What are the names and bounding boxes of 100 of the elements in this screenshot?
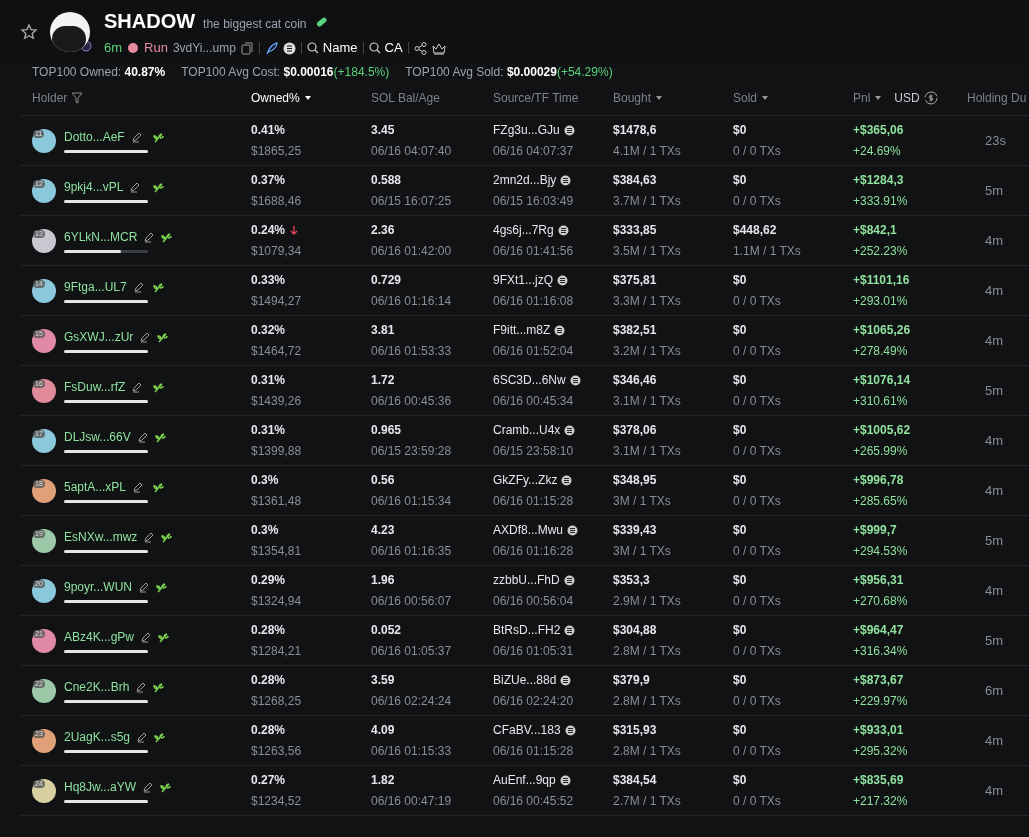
- pencil-icon[interactable]: [129, 181, 142, 193]
- owned-percent: 0.28%: [251, 622, 286, 639]
- pencil-icon[interactable]: [142, 781, 155, 793]
- caret-icon[interactable]: [655, 93, 664, 102]
- currency-toggle[interactable]: USD: [894, 88, 920, 107]
- copy-icon[interactable]: [240, 41, 254, 55]
- summary-stat: TOP100 Owned: 40.87%: [32, 64, 166, 80]
- filter-icon[interactable]: [71, 91, 84, 104]
- column-header[interactable]: Holding Du: [967, 88, 1027, 107]
- pnl-value: +$996,78: [853, 472, 904, 489]
- source-time: 06/16 01:05:31: [493, 643, 575, 660]
- holder-address[interactable]: 9poyr...WUN: [64, 578, 132, 596]
- sprout-icon: [153, 381, 164, 393]
- name-search-button[interactable]: Name: [306, 38, 358, 58]
- holder-address[interactable]: Cne2K...Brh: [64, 678, 130, 696]
- column-header[interactable]: SOL Bal/Age: [371, 88, 440, 107]
- holder-address[interactable]: GsXWJ...zUr: [64, 328, 134, 346]
- holder-address[interactable]: DLJsw...66V: [64, 428, 131, 446]
- sold-detail: 0 / 0 TXs: [733, 393, 782, 410]
- sol-age: 06/16 01:16:35: [371, 543, 453, 560]
- owned-percent: 0.3%: [251, 522, 279, 539]
- coin-icon: [563, 574, 575, 586]
- holder-address[interactable]: 6YLkN...MCR: [64, 228, 138, 246]
- pnl-value: +$1005,62: [853, 422, 911, 439]
- source-time: 06/16 00:56:04: [493, 593, 575, 610]
- caret-icon[interactable]: [303, 93, 312, 102]
- column-header[interactable]: Bought: [613, 88, 652, 107]
- search-icon: [306, 42, 319, 54]
- pencil-icon[interactable]: [143, 531, 156, 543]
- crown-icon[interactable]: [431, 41, 446, 55]
- pencil-icon[interactable]: [138, 581, 150, 593]
- pencil-icon[interactable]: [132, 281, 145, 293]
- bought-detail: 2.7M / 1 TXs: [613, 793, 682, 810]
- holder-address[interactable]: FsDuw...rfZ: [64, 378, 126, 396]
- column-header[interactable]: Holder: [32, 88, 68, 107]
- share-icon[interactable]: [413, 41, 427, 55]
- caret-icon[interactable]: [761, 93, 770, 102]
- pencil-icon[interactable]: [139, 331, 152, 343]
- sold-value: $0: [733, 522, 747, 539]
- coin-icon: [557, 274, 569, 286]
- holding-duration: 5m: [985, 382, 1004, 398]
- pencil-icon[interactable]: [135, 681, 148, 693]
- holder-address[interactable]: 5aptA...xPL: [64, 478, 127, 496]
- holder-address[interactable]: 9pkj4...vPL: [64, 178, 124, 196]
- holder-address[interactable]: ABz4K...gPw: [64, 628, 135, 646]
- pencil-icon[interactable]: [130, 131, 143, 143]
- holding-duration: 4m: [985, 482, 1004, 498]
- source-time: 06/16 01:15:28: [493, 493, 575, 510]
- column-header[interactable]: Source/TF Time: [493, 88, 579, 107]
- pnl-percent: +252.23%: [853, 243, 909, 260]
- pnl-value: +$1065,26: [853, 322, 911, 339]
- pnl-value: +$1076,14: [853, 372, 911, 389]
- launch-label: Run: [144, 39, 168, 58]
- pencil-icon[interactable]: [131, 381, 144, 393]
- sold-value: $0: [733, 422, 747, 439]
- holder-address[interactable]: Dotto...AeF: [64, 128, 125, 146]
- sol-balance: 0.965: [371, 422, 402, 439]
- pencil-icon[interactable]: [132, 481, 145, 493]
- sol-balance: 4.23: [371, 522, 395, 539]
- bought-detail: 2.9M / 1 TXs: [613, 593, 682, 610]
- holder-address[interactable]: 9Ftga...UL7: [64, 278, 127, 296]
- ca-search-button[interactable]: CA: [368, 38, 403, 58]
- feather-icon[interactable]: [264, 41, 278, 55]
- column-header[interactable]: Owned%: [251, 88, 300, 107]
- sol-balance: 1.82: [371, 772, 395, 789]
- sol-age: 06/15 16:07:25: [371, 193, 453, 210]
- sol-balance: 4.09: [371, 722, 395, 739]
- pencil-icon[interactable]: [136, 431, 149, 443]
- sol-balance: 1.72: [371, 372, 395, 389]
- holder-address[interactable]: EsNXw...mwz: [64, 528, 138, 546]
- holder-address[interactable]: 2UagK...s5g: [64, 728, 131, 746]
- column-header[interactable]: Pnl: [853, 88, 871, 107]
- bought-detail: 4.1M / 1 TXs: [613, 143, 682, 160]
- source-address: FZg3u...GJu: [493, 122, 560, 139]
- owned-value: $1439,26: [251, 393, 303, 410]
- search-icon: [368, 42, 381, 54]
- pencil-icon[interactable]: [143, 231, 156, 243]
- source-time: 06/16 01:16:28: [493, 543, 575, 560]
- token-tagline: the biggest cat coin: [203, 16, 307, 34]
- sprout-icon: [153, 131, 164, 143]
- sold-detail: 0 / 0 TXs: [733, 693, 782, 710]
- caret-icon[interactable]: [874, 93, 883, 102]
- bought-detail: 3.7M / 1 TXs: [613, 193, 682, 210]
- pencil-icon[interactable]: [140, 631, 153, 643]
- owned-value: $1464,72: [251, 343, 303, 360]
- holding-duration: 4m: [985, 582, 1004, 598]
- sprout-icon: [158, 631, 170, 643]
- sol-balance: 0.729: [371, 272, 402, 289]
- pencil-icon[interactable]: [136, 731, 149, 743]
- sol-age: 06/16 01:42:00: [371, 243, 453, 260]
- sold-detail: 0 / 0 TXs: [733, 793, 782, 810]
- sprout-icon: [161, 531, 173, 543]
- holder-address[interactable]: Hq8Jw...aYW: [64, 778, 137, 796]
- sold-detail: 0 / 0 TXs: [733, 593, 782, 610]
- column-header[interactable]: Sold: [733, 88, 758, 107]
- coin-icon[interactable]: [282, 41, 296, 55]
- star-icon[interactable]: [20, 23, 38, 41]
- sold-value: $0: [733, 472, 747, 489]
- sold-detail: 0 / 0 TXs: [733, 443, 782, 460]
- owned-value: $1284,21: [251, 643, 303, 660]
